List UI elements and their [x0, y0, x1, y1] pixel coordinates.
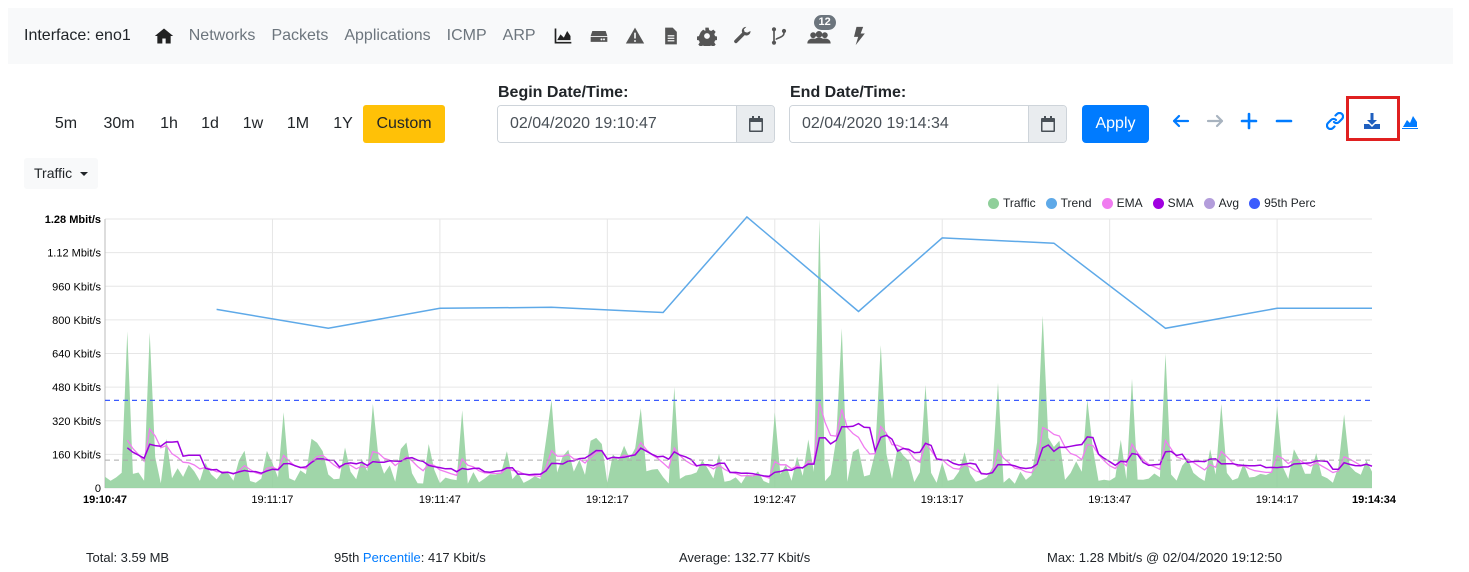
minus-icon[interactable] [1273, 110, 1295, 132]
y-tick-label: 960 Kbit/s [52, 281, 101, 293]
traffic-chart[interactable]: 0160 Kbit/s320 Kbit/s480 Kbit/s640 Kbit/… [0, 200, 1469, 510]
x-tick-label: 19:14:17 [1256, 494, 1299, 506]
nav-networks[interactable]: Networks [189, 16, 256, 56]
link-icon[interactable] [1324, 110, 1346, 132]
apply-button[interactable]: Apply [1082, 105, 1149, 143]
calendar-icon[interactable] [736, 106, 774, 142]
range-1M[interactable]: 1M [280, 105, 316, 143]
gear-icon[interactable] [696, 16, 718, 56]
calendar-icon[interactable] [1028, 106, 1066, 142]
range-5m[interactable]: 5m [46, 105, 86, 143]
plus-icon[interactable] [1238, 110, 1260, 132]
top-navbar: Interface: eno1 Networks Packets Applica… [8, 8, 1453, 64]
range-30m[interactable]: 30m [96, 105, 142, 143]
warning-icon[interactable] [624, 16, 646, 56]
x-tick-label: 19:12:47 [753, 494, 796, 506]
wrench-icon[interactable] [732, 16, 754, 56]
y-tick-label: 1.12 Mbit/s [47, 248, 101, 260]
percentile-link[interactable]: Percentile [363, 550, 421, 565]
arrow-left-icon[interactable] [1170, 110, 1192, 132]
nav-packets[interactable]: Packets [271, 16, 328, 56]
highlight-box [1346, 96, 1400, 141]
average-stat: Average: 132.77 Kbit/s [679, 550, 811, 565]
bolt-icon[interactable] [848, 16, 870, 56]
total-stat: Total: 3.59 MB [86, 550, 170, 565]
x-tick-label: 19:13:47 [1088, 494, 1131, 506]
percentile-stat: 95th Percentile: 417 Kbit/s [334, 550, 486, 565]
y-tick-label: 1.28 Mbit/s [45, 214, 101, 226]
users-icon[interactable]: 12 [804, 15, 836, 56]
end-label: End Date/Time: [790, 84, 907, 101]
x-tick-label: 19:10:47 [83, 494, 127, 506]
range-1h[interactable]: 1h [152, 105, 186, 143]
area-chart-icon[interactable] [552, 16, 574, 56]
range-1w[interactable]: 1w [236, 105, 270, 143]
begin-datetime-input[interactable] [498, 106, 736, 142]
y-tick-label: 800 Kbit/s [52, 315, 101, 327]
arrow-right-icon[interactable] [1204, 110, 1226, 132]
x-tick-label: 19:12:17 [586, 494, 629, 506]
metric-dropdown-label: Traffic [34, 165, 73, 181]
end-datetime-group [789, 105, 1067, 143]
x-tick-label: 19:14:34 [1352, 494, 1397, 506]
code-branch-icon[interactable] [768, 16, 790, 56]
x-tick-label: 19:13:17 [921, 494, 964, 506]
begin-datetime-group [497, 105, 775, 143]
y-tick-label: 160 Kbit/s [52, 449, 101, 461]
y-tick-label: 640 Kbit/s [52, 349, 101, 361]
hdd-icon[interactable] [588, 16, 610, 56]
chevron-down-icon [80, 172, 89, 177]
y-tick-label: 480 Kbit/s [52, 382, 101, 394]
metric-dropdown[interactable]: Traffic [24, 158, 99, 189]
nav-arp[interactable]: ARP [503, 16, 536, 56]
range-custom[interactable]: Custom [363, 105, 445, 143]
nav-applications[interactable]: Applications [344, 16, 430, 56]
file-icon[interactable] [660, 16, 682, 56]
y-tick-label: 320 Kbit/s [52, 416, 101, 428]
x-tick-label: 19:11:47 [419, 494, 461, 506]
home-icon[interactable] [153, 16, 175, 56]
max-stat: Max: 1.28 Mbit/s @ 02/04/2020 19:12:50 [1047, 550, 1283, 565]
range-1d[interactable]: 1d [194, 105, 226, 143]
trend-line [216, 215, 1372, 330]
users-badge: 12 [813, 15, 836, 30]
end-datetime-input[interactable] [790, 106, 1028, 142]
range-1Y[interactable]: 1Y [326, 105, 360, 143]
interface-title: Interface: eno1 [24, 27, 131, 44]
begin-label: Begin Date/Time: [498, 84, 629, 101]
x-tick-label: 19:11:17 [251, 494, 293, 506]
area-chart-icon[interactable] [1399, 110, 1421, 132]
nav-icmp[interactable]: ICMP [447, 16, 487, 56]
